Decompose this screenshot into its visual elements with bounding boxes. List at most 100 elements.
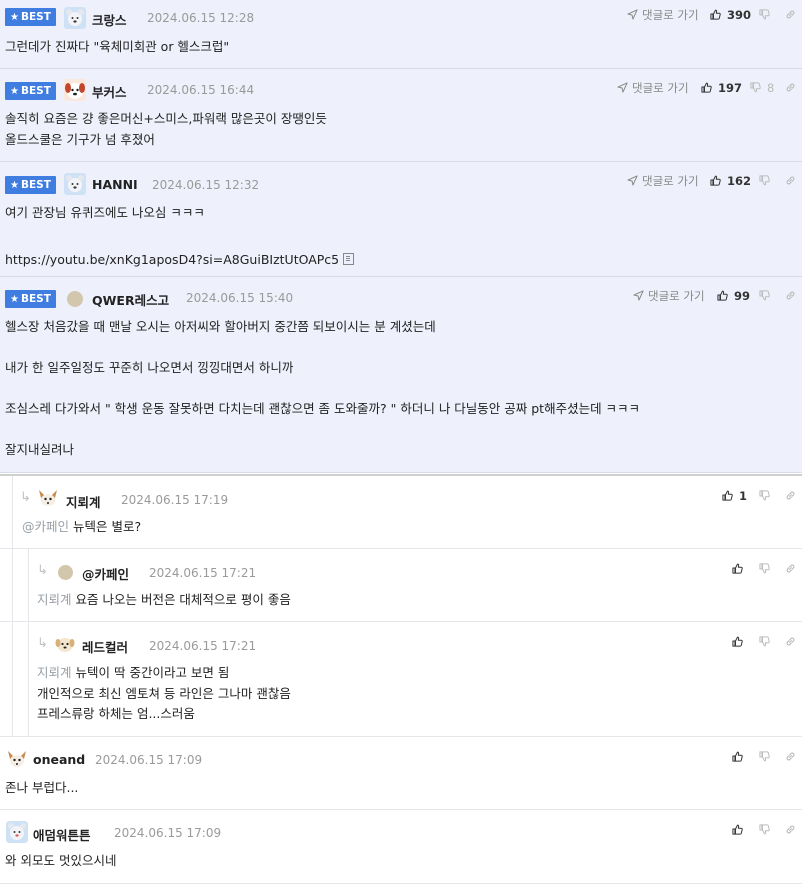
comment: oneand 2024.06.15 17:09 존나 부럽다... — [0, 737, 802, 810]
like-button[interactable]: 1 — [722, 489, 747, 503]
thumb-up-icon — [732, 751, 743, 762]
reply-arrow-icon: ↳ — [20, 490, 31, 505]
like-button[interactable]: 162 — [710, 174, 751, 188]
share-link-button[interactable] — [785, 750, 796, 764]
thumb-down-icon — [759, 290, 770, 301]
link-icon — [785, 9, 796, 20]
best-badge: ★ BEST — [5, 8, 56, 26]
share-link-button[interactable] — [785, 489, 796, 503]
like-button[interactable] — [732, 823, 743, 837]
mention[interactable]: 지뢰계 — [37, 592, 72, 607]
comment-author[interactable]: 애덤워튼튼 — [33, 825, 91, 844]
like-button[interactable]: 197 — [701, 81, 742, 95]
dislike-button[interactable] — [759, 750, 770, 764]
dislike-button[interactable] — [759, 8, 770, 22]
external-link-icon[interactable] — [343, 252, 355, 265]
comment-author[interactable]: @카페인 — [82, 564, 129, 583]
thumb-down-icon — [759, 490, 770, 501]
dislike-button[interactable] — [759, 823, 770, 837]
like-button[interactable]: 390 — [710, 8, 751, 22]
comment-date: 2024.06.15 17:19 — [121, 493, 229, 507]
share-link-button[interactable] — [785, 289, 796, 303]
comment-date: 2024.06.15 12:32 — [152, 178, 260, 192]
reply-arrow-icon: ↳ — [37, 636, 48, 651]
thumb-up-icon — [722, 490, 733, 501]
comment-body: 지뢰계 뉴텍이 딱 중간이라고 보면 됨 개인적으로 최신 엠토쳐 등 라인은 그… — [37, 665, 291, 721]
comment-author[interactable]: 지뢰계 — [66, 492, 101, 511]
dislike-button[interactable]: 8 — [750, 81, 774, 95]
comment-best-2: ★ BEST 부커스 2024.06.15 16:44 댓글로 가기 197 8 … — [0, 69, 802, 162]
puppy-avatar-icon — [54, 633, 76, 655]
mention[interactable]: 지뢰계 — [37, 665, 72, 680]
comment-author[interactable]: 레드컬러 — [82, 637, 128, 656]
thumb-down-icon — [759, 9, 770, 20]
thumb-down-icon — [759, 563, 770, 574]
comment-best-1: ★ BEST 크랑스 2024.06.15 12:28 댓글로 가기 390 그런… — [0, 0, 802, 69]
comment-date: 2024.06.15 17:21 — [149, 566, 257, 580]
share-link-button[interactable] — [785, 174, 796, 188]
goto-reply-link[interactable]: 댓글로 가기 — [627, 173, 699, 189]
chihuahua-avatar-icon — [37, 487, 59, 509]
comment-body: 여기 관장님 유퀴즈에도 나오심 ㅋㅋㅋ https://youtu.be/xn… — [5, 203, 355, 270]
mention[interactable]: @카페인 — [22, 519, 69, 534]
reply-comment: ↳ @카페인 2024.06.15 17:21 지뢰계 요즘 나오는 버전은 대체… — [0, 549, 802, 622]
dislike-button[interactable] — [759, 174, 770, 188]
chihuahua-avatar-icon — [6, 748, 28, 770]
dislike-button[interactable] — [759, 635, 770, 649]
link-icon — [785, 175, 796, 186]
comment-body: 존나 부럽다... — [5, 780, 79, 795]
goto-reply-link[interactable]: 댓글로 가기 — [627, 7, 699, 23]
like-button[interactable] — [732, 750, 743, 764]
link-icon — [785, 563, 796, 574]
goto-reply-link[interactable]: 댓글로 가기 — [633, 288, 705, 304]
comment-date: 2024.06.15 17:09 — [114, 826, 222, 840]
thumb-up-icon — [710, 175, 721, 186]
share-link-button[interactable] — [785, 823, 796, 837]
youtube-link[interactable]: https://youtu.be/xnKg1aposD4?si=A8GuiBIz… — [5, 252, 339, 267]
share-link-button[interactable] — [785, 81, 796, 95]
dislike-button[interactable] — [759, 489, 770, 503]
comment-author[interactable]: 크랑스 — [92, 10, 127, 29]
best-badge: ★ BEST — [5, 176, 56, 194]
thumb-up-icon — [717, 290, 728, 301]
goto-reply-link[interactable]: 댓글로 가기 — [617, 80, 689, 96]
nav-arrow-icon — [627, 9, 638, 20]
comment-body: 지뢰계 요즘 나오는 버전은 대체적으로 평이 좋음 — [37, 592, 291, 607]
share-link-button[interactable] — [785, 635, 796, 649]
circle-avatar-icon — [58, 565, 73, 580]
best-badge: ★ BEST — [5, 82, 56, 100]
like-button[interactable] — [732, 635, 743, 649]
dog-avatar-icon — [64, 79, 86, 101]
circle-avatar-icon — [67, 291, 83, 307]
best-badge: ★ BEST — [5, 290, 56, 308]
share-link-button[interactable] — [785, 562, 796, 576]
dislike-button[interactable] — [759, 562, 770, 576]
link-icon — [785, 490, 796, 501]
like-button[interactable] — [732, 562, 743, 576]
dislike-button[interactable] — [759, 289, 770, 303]
thumb-up-icon — [732, 636, 743, 647]
comment: 애덤워튼튼 2024.06.15 17:09 와 외모도 멋있으시네 — [0, 810, 802, 884]
comment-best-3: ★ BEST HANNI 2024.06.15 12:32 댓글로 가기 162 … — [0, 162, 802, 277]
link-icon — [785, 636, 796, 647]
link-icon — [785, 290, 796, 301]
nav-arrow-icon — [633, 290, 644, 301]
thumb-up-icon — [732, 824, 743, 835]
star-icon: ★ — [10, 294, 19, 305]
comment-author[interactable]: QWER레스고 — [92, 290, 169, 309]
thumb-down-icon — [759, 824, 770, 835]
like-button[interactable]: 99 — [717, 289, 750, 303]
comment-date: 2024.06.15 12:28 — [147, 11, 255, 25]
star-icon: ★ — [10, 180, 19, 191]
comment-author[interactable]: 부커스 — [92, 82, 127, 101]
reply-comment: ↳ 레드컬러 2024.06.15 17:21 지뢰계 뉴텍이 딱 중간이라고 보… — [0, 622, 802, 737]
nav-arrow-icon — [627, 175, 638, 186]
share-link-button[interactable] — [785, 8, 796, 22]
comment-author[interactable]: oneand — [33, 752, 85, 767]
thumb-down-icon — [759, 175, 770, 186]
link-icon — [785, 751, 796, 762]
comment-body: 와 외모도 멋있으시네 — [5, 853, 117, 868]
comment-author[interactable]: HANNI — [92, 177, 138, 192]
thumb-down-icon — [759, 751, 770, 762]
thumb-down-icon — [759, 636, 770, 647]
